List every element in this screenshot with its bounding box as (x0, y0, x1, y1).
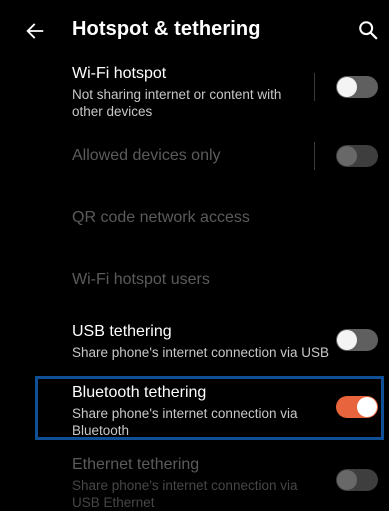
wifi-hotspot-toggle[interactable] (336, 76, 378, 98)
usb-tethering-toggle[interactable] (336, 329, 378, 351)
ethernet-tethering-row[interactable]: Ethernet tethering Share phone's interne… (0, 455, 389, 510)
arrow-left-icon[interactable] (24, 20, 46, 42)
divider (314, 142, 315, 170)
wifi-hotspot-row[interactable]: Wi-Fi hotspot Not sharing internet or co… (0, 64, 389, 119)
toggle-knob (357, 397, 377, 417)
allowed-devices-toggle[interactable] (336, 145, 378, 167)
allowed-devices-title: Allowed devices only (72, 147, 221, 164)
hotspot-users-title: Wi-Fi hotspot users (72, 271, 210, 288)
qr-code-access-title: QR code network access (72, 209, 250, 226)
toggle-knob (337, 330, 357, 350)
hotspot-users-row[interactable]: Wi-Fi hotspot users (0, 268, 389, 292)
bluetooth-tethering-title: Bluetooth tethering (72, 384, 207, 401)
usb-tethering-row[interactable]: USB tethering Share phone's internet con… (0, 322, 389, 364)
allowed-devices-row[interactable]: Allowed devices only (0, 142, 389, 172)
usb-tethering-title: USB tethering (72, 323, 172, 340)
ethernet-tethering-title: Ethernet tethering (72, 456, 200, 473)
search-icon[interactable] (357, 19, 379, 41)
wifi-hotspot-title: Wi-Fi hotspot (72, 65, 167, 82)
divider (314, 73, 315, 101)
app-bar: Hotspot & tethering (0, 0, 389, 62)
page-title: Hotspot & tethering (72, 18, 261, 40)
qr-code-access-row[interactable]: QR code network access (0, 206, 389, 230)
wifi-hotspot-subtitle: Not sharing internet or content with oth… (72, 87, 282, 119)
usb-tethering-subtitle: Share phone's internet connection via US… (72, 345, 329, 360)
toggle-knob (337, 470, 357, 490)
toggle-knob (337, 77, 357, 97)
bluetooth-tethering-row[interactable]: Bluetooth tethering Share phone's intern… (0, 383, 389, 438)
bluetooth-tethering-toggle[interactable] (336, 396, 378, 418)
ethernet-tethering-toggle[interactable] (336, 469, 378, 491)
bluetooth-tethering-subtitle: Share phone's internet connection via Bl… (72, 406, 298, 438)
toggle-knob (337, 146, 357, 166)
